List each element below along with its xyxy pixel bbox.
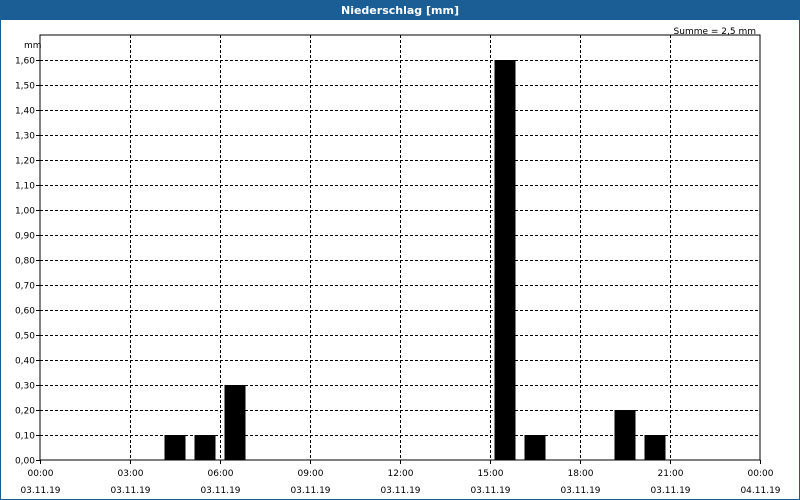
y-tick-label: 1,00 xyxy=(15,207,35,217)
x-axis: 00:00 03.11.19 03:00 03.11.19 06:00 03.11.19 0… xyxy=(20,460,781,496)
y-tick-label: 0,70 xyxy=(15,282,35,292)
y-tick-label: 1,30 xyxy=(15,132,35,142)
x-tick-time: 06:00 xyxy=(208,469,234,479)
y-tick-label: 1,50 xyxy=(15,82,35,92)
y-tick-label: 1,40 xyxy=(15,107,35,117)
y-tick-label: 0,90 xyxy=(15,232,35,242)
x-tick-time: 09:00 xyxy=(298,469,324,479)
precipitation-bar xyxy=(164,435,186,460)
x-tick-date: 03.11.19 xyxy=(560,486,600,496)
precipitation-bar xyxy=(494,60,516,460)
y-tick-label: 0,00 xyxy=(15,457,35,467)
y-axis: 0,00 0,10 0,20 0,30 0,40 0,50 0,60 0,70 0,80 0,90… xyxy=(15,57,40,467)
sum-annotation: Summe = 2,5 mm xyxy=(674,27,756,37)
precipitation-bar xyxy=(644,435,666,460)
x-tick-time: 21:00 xyxy=(658,469,684,479)
precipitation-bar xyxy=(224,385,246,460)
y-tick-label: 1,10 xyxy=(15,182,35,192)
x-tick-date: 03.11.19 xyxy=(290,486,330,496)
x-tick-date: 03.11.19 xyxy=(380,486,420,496)
x-tick-date: 03.11.19 xyxy=(650,486,690,496)
x-tick-time: 00:00 xyxy=(28,469,54,479)
x-tick-time: 18:00 xyxy=(568,469,594,479)
precipitation-bar xyxy=(614,410,636,460)
precipitation-chart: 0,00 0,10 0,20 0,30 0,40 0,50 0,60 0,70 0,80 0,90… xyxy=(15,27,781,496)
precipitation-bar xyxy=(524,435,546,460)
x-tick-date: 03.11.19 xyxy=(20,486,60,496)
x-tick-date: 03.11.19 xyxy=(470,486,510,496)
x-tick-date: 03.11.19 xyxy=(200,486,240,496)
y-tick-label: 1,60 xyxy=(15,57,35,67)
y-tick-label: 0,50 xyxy=(15,332,35,342)
grid-lines xyxy=(40,35,760,460)
x-tick-time: 12:00 xyxy=(388,469,414,479)
y-tick-label: 1,20 xyxy=(15,157,35,167)
y-tick-label: 0,30 xyxy=(15,382,35,392)
y-axis-label: mm xyxy=(24,41,42,51)
x-tick-date: 03.11.19 xyxy=(110,486,150,496)
x-tick-time: 00:00 xyxy=(748,469,774,479)
y-tick-label: 0,60 xyxy=(15,307,35,317)
y-tick-label: 0,20 xyxy=(15,407,35,417)
x-tick-date: 04.11.19 xyxy=(740,486,780,496)
y-tick-label: 0,80 xyxy=(15,257,35,267)
y-tick-label: 0,10 xyxy=(15,432,35,442)
y-tick-label: 0,40 xyxy=(15,357,35,367)
x-tick-time: 03:00 xyxy=(118,469,144,479)
precipitation-bar xyxy=(194,435,216,460)
x-tick-time: 15:00 xyxy=(478,469,504,479)
